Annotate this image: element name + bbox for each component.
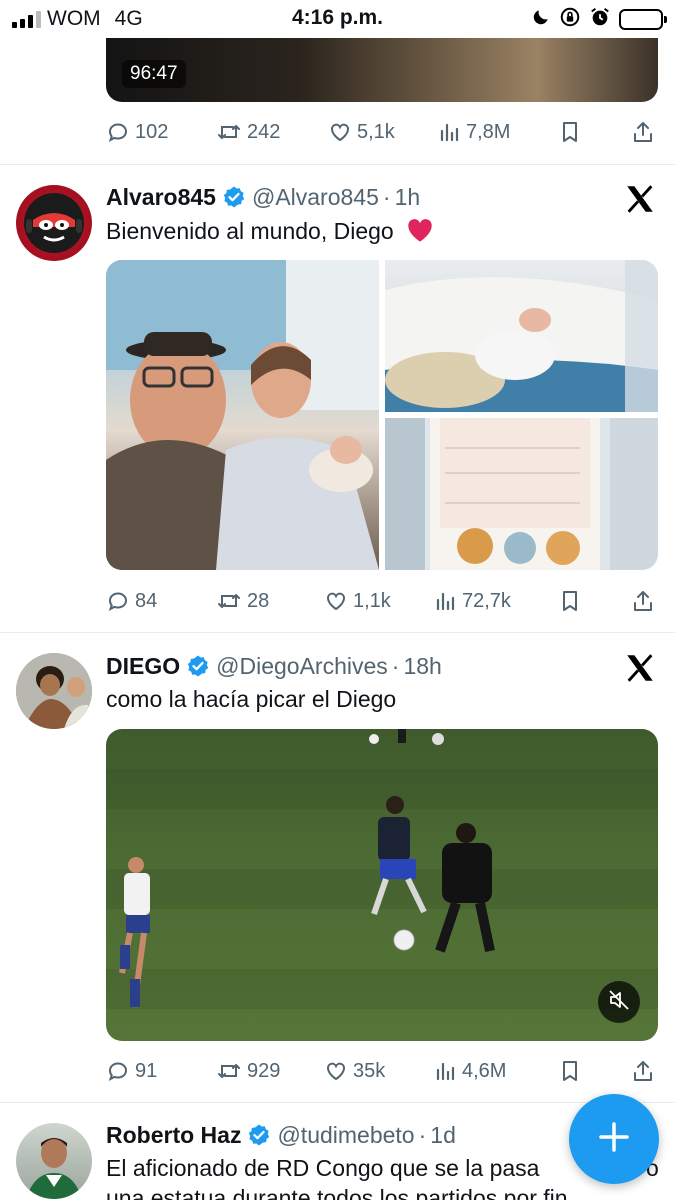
- battery-icon: [619, 8, 667, 30]
- share-icon: [632, 120, 654, 144]
- repost-button[interactable]: 242: [216, 117, 280, 147]
- separator-dot: ·: [418, 1121, 427, 1148]
- bookmark-icon: [559, 1059, 581, 1083]
- plus-icon: [597, 1120, 631, 1159]
- bookmark-button[interactable]: [559, 117, 581, 147]
- user-handle[interactable]: @Alvaro845: [252, 184, 379, 211]
- action-bar: 91 929 35k 4,6M: [106, 1056, 658, 1086]
- red-heart-icon: [406, 217, 434, 250]
- tweet-text-line: El aficionado de RD Congo que se la pasa: [106, 1155, 540, 1181]
- bookmark-icon: [559, 589, 581, 613]
- tweet[interactable]: Alvaro845 @Alvaro845 · 1h Bienvenido al …: [0, 165, 675, 632]
- view-count: 4,6M: [462, 1059, 507, 1082]
- separator-dot: ·: [391, 652, 400, 679]
- repost-icon: [216, 1059, 242, 1083]
- repost-button[interactable]: 929: [216, 1056, 280, 1086]
- display-name[interactable]: DIEGO: [106, 653, 180, 680]
- share-button[interactable]: [632, 117, 654, 147]
- bookmark-icon: [559, 120, 581, 144]
- views-icon: [435, 590, 457, 612]
- reply-count: 102: [135, 120, 169, 143]
- share-button[interactable]: [632, 1056, 654, 1086]
- heart-icon: [328, 120, 352, 144]
- video-duration: 96:47: [122, 60, 186, 88]
- photo-grid: [106, 260, 658, 570]
- repost-icon: [216, 589, 242, 613]
- views-button[interactable]: 4,6M: [435, 1056, 506, 1086]
- reply-icon: [106, 1059, 130, 1083]
- reply-button[interactable]: 84: [106, 586, 157, 616]
- tweet-text: Bienvenido al mundo, Diego: [106, 216, 657, 250]
- share-icon: [632, 1059, 654, 1083]
- verified-badge-icon: [186, 654, 210, 678]
- timestamp[interactable]: 1d: [430, 1122, 456, 1149]
- avatar[interactable]: [16, 1123, 92, 1199]
- view-count: 72,7k: [462, 589, 511, 612]
- tweet-header: DIEGO @DiegoArchives · 18h: [106, 651, 442, 681]
- views-button[interactable]: 72,7k: [435, 586, 511, 616]
- tweet-header: Roberto Haz @tudimebeto · 1d: [106, 1120, 456, 1150]
- moon-icon: [531, 7, 551, 32]
- repost-button[interactable]: 28: [216, 586, 269, 616]
- repost-count: 28: [247, 589, 270, 612]
- like-count: 35k: [353, 1059, 386, 1082]
- verified-badge-icon: [222, 185, 246, 209]
- like-button[interactable]: 1,1k: [324, 586, 391, 616]
- video-player[interactable]: [106, 729, 658, 1041]
- mute-button[interactable]: [598, 981, 640, 1023]
- views-button[interactable]: 7,8M: [439, 117, 510, 147]
- bookmark-button[interactable]: [559, 586, 581, 616]
- like-count: 5,1k: [357, 120, 395, 143]
- like-button[interactable]: 35k: [324, 1056, 385, 1086]
- avatar[interactable]: [16, 185, 92, 261]
- reply-button[interactable]: 91: [106, 1056, 157, 1086]
- reply-count: 91: [135, 1059, 158, 1082]
- timestamp[interactable]: 1h: [395, 184, 421, 211]
- video-frame: [106, 729, 658, 1009]
- photo-2[interactable]: [385, 260, 658, 412]
- repost-count: 929: [247, 1059, 281, 1082]
- like-count: 1,1k: [353, 589, 391, 612]
- timestamp[interactable]: 18h: [403, 653, 441, 680]
- status-bar: WOM 4G 4:16 p.m.: [0, 0, 675, 38]
- heart-icon: [324, 1059, 348, 1083]
- views-icon: [435, 1060, 457, 1082]
- repost-icon: [216, 120, 242, 144]
- action-bar: 102 242 5,1k 7,8M: [106, 117, 658, 147]
- video-thumbnail[interactable]: 96:47: [106, 34, 658, 102]
- share-icon: [632, 589, 654, 613]
- photo-1[interactable]: [106, 260, 379, 570]
- views-icon: [439, 121, 461, 143]
- reply-icon: [106, 589, 130, 613]
- share-button[interactable]: [632, 586, 654, 616]
- verified-badge-icon: [247, 1123, 271, 1147]
- photo-3[interactable]: [385, 418, 658, 570]
- user-handle[interactable]: @DiegoArchives: [216, 653, 388, 680]
- tweet-text: como la hacía picar el Diego: [106, 686, 397, 712]
- x-logo-icon: [623, 182, 657, 216]
- tweet-text-content: Bienvenido al mundo, Diego: [106, 218, 394, 244]
- display-name[interactable]: Roberto Haz: [106, 1122, 241, 1149]
- view-count: 7,8M: [466, 120, 511, 143]
- reply-count: 84: [135, 589, 158, 612]
- tweet[interactable]: DIEGO @DiegoArchives · 18h como la hacía…: [0, 633, 675, 1102]
- action-bar: 84 28 1,1k 72,7k: [106, 586, 658, 616]
- heart-icon: [324, 589, 348, 613]
- rotation-lock-icon: [559, 6, 581, 33]
- speaker-muted-icon: [607, 988, 631, 1017]
- display-name[interactable]: Alvaro845: [106, 184, 216, 211]
- alarm-icon: [589, 6, 611, 33]
- like-button[interactable]: 5,1k: [328, 117, 395, 147]
- reply-button[interactable]: 102: [106, 117, 168, 147]
- bookmark-button[interactable]: [559, 1056, 581, 1086]
- separator-dot: ·: [382, 183, 391, 210]
- tweet-text: una estatua durante todos los partidos p…: [106, 1185, 568, 1200]
- compose-button[interactable]: [569, 1094, 659, 1184]
- x-logo-icon: [623, 651, 657, 685]
- repost-count: 242: [247, 120, 281, 143]
- user-handle[interactable]: @tudimebeto: [277, 1122, 414, 1149]
- avatar[interactable]: [16, 653, 92, 729]
- reply-icon: [106, 120, 130, 144]
- tweet-header: Alvaro845 @Alvaro845 · 1h: [106, 182, 420, 212]
